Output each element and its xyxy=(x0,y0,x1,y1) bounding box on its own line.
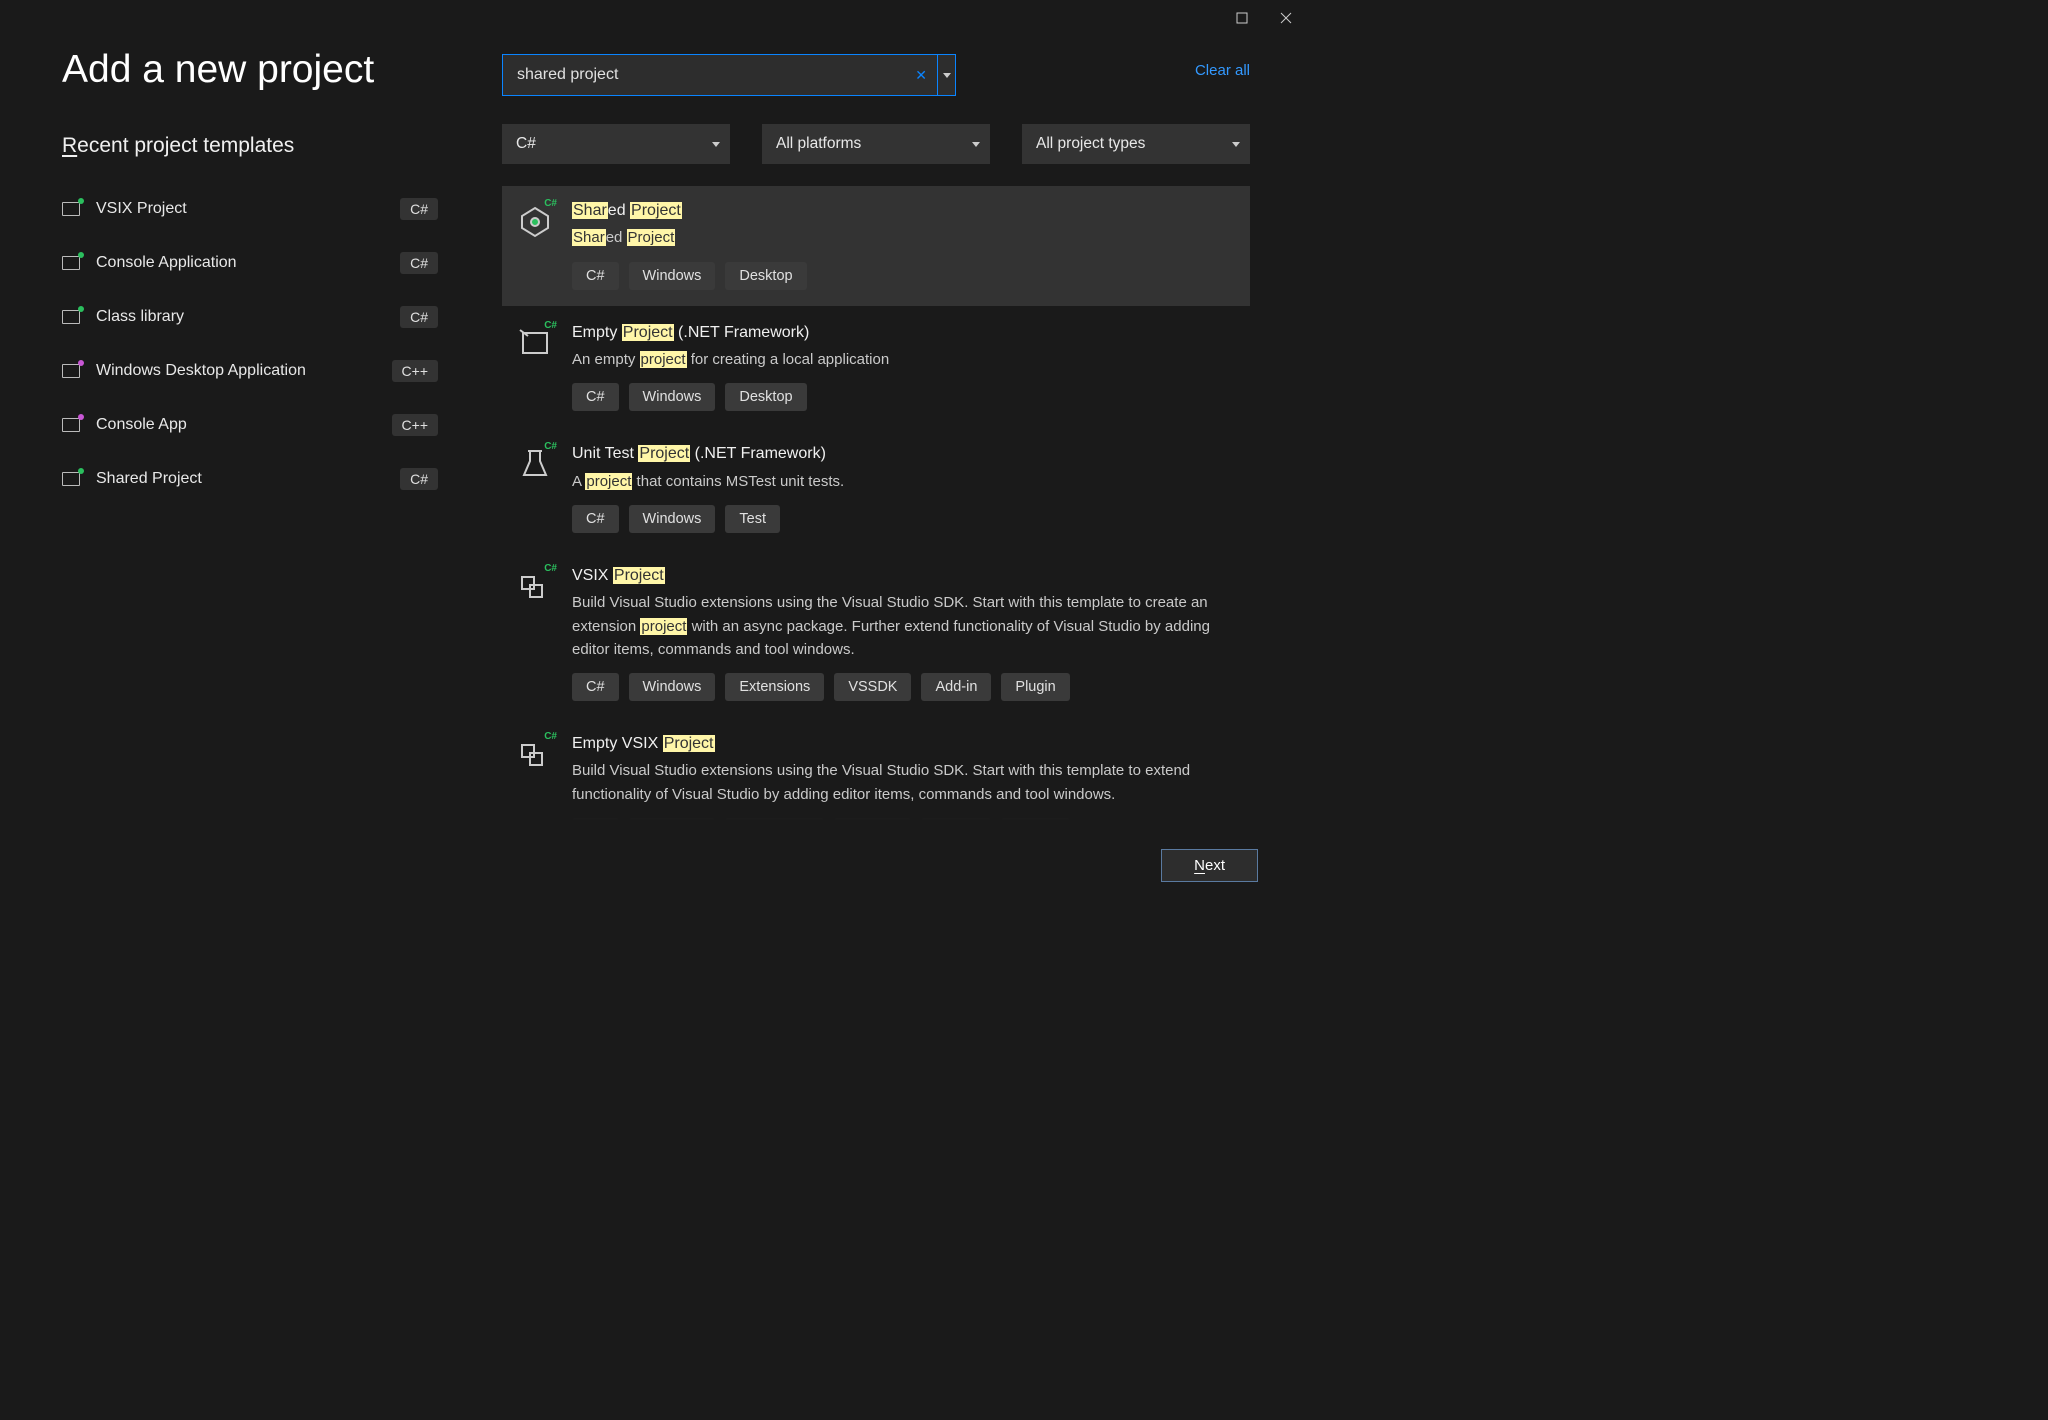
template-list: C# Shared Project Shared Project C# Windo… xyxy=(502,186,1250,820)
template-tags: C# Windows Desktop xyxy=(572,383,1234,411)
search-box: ✕ xyxy=(502,54,956,96)
template-tag: Test xyxy=(725,505,780,533)
template-tag: VSSDK xyxy=(834,818,911,820)
recent-template-name: VSIX Project xyxy=(96,200,400,218)
recent-template-item[interactable]: Shared Project C# xyxy=(62,452,438,506)
template-title: VSIX Project xyxy=(572,565,1234,587)
chevron-down-icon xyxy=(1232,142,1240,147)
right-pane: ✕ Clear all C# All platforms xyxy=(462,42,1250,820)
recent-template-name: Class library xyxy=(96,308,400,326)
template-tag: Add-in xyxy=(921,818,991,820)
template-icon: C# xyxy=(516,445,554,483)
recent-template-lang: C# xyxy=(400,468,438,490)
recent-template-lang: C++ xyxy=(392,414,438,436)
template-tag: C# xyxy=(572,673,619,701)
recent-template-item[interactable]: Console App C++ xyxy=(62,398,438,452)
next-button[interactable]: Next xyxy=(1161,849,1258,882)
recent-template-item[interactable]: VSIX Project C# xyxy=(62,182,438,236)
left-pane: Add a new project Recent project templat… xyxy=(62,42,462,820)
chevron-down-icon xyxy=(712,142,720,147)
template-tag: Windows xyxy=(629,505,716,533)
project-icon xyxy=(62,253,82,273)
language-filter-value: C# xyxy=(516,135,536,153)
template-tags: C# Windows Test xyxy=(572,505,1234,533)
template-tag: Windows xyxy=(629,673,716,701)
template-title: Shared Project xyxy=(572,200,1234,222)
recent-template-name: Shared Project xyxy=(96,470,400,488)
template-title: Unit Test Project (.NET Framework) xyxy=(572,443,1234,465)
template-description: Build Visual Studio extensions using the… xyxy=(572,759,1234,806)
recent-template-name: Console App xyxy=(96,416,392,434)
template-tag: Windows xyxy=(629,262,716,290)
recent-template-lang: C++ xyxy=(392,360,438,382)
template-tag: Windows xyxy=(629,818,716,820)
template-tag: Plugin xyxy=(1001,818,1069,820)
recent-template-name: Windows Desktop Application xyxy=(96,362,392,380)
platform-filter[interactable]: All platforms xyxy=(762,124,990,164)
titlebar xyxy=(0,0,1310,36)
template-item[interactable]: C# Empty VSIX Project Build Visual Studi… xyxy=(502,719,1250,820)
project-icon xyxy=(62,415,82,435)
template-tag: Windows xyxy=(629,383,716,411)
project-icon xyxy=(62,469,82,489)
template-tag: VSSDK xyxy=(834,673,911,701)
project-icon xyxy=(62,307,82,327)
dialog-window: Add a new project Recent project templat… xyxy=(0,0,1310,910)
recent-template-item[interactable]: Class library C# xyxy=(62,290,438,344)
content-area: Add a new project Recent project templat… xyxy=(0,36,1310,820)
template-icon: C# xyxy=(516,202,554,240)
page-title: Add a new project xyxy=(62,48,438,92)
template-description: A project that contains MSTest unit test… xyxy=(572,470,1234,493)
template-icon: C# xyxy=(516,324,554,362)
template-tags: C# Windows Desktop xyxy=(572,262,1234,290)
template-tags: C# Windows Extensions VSSDK Add-in Plugin xyxy=(572,673,1234,701)
close-button[interactable] xyxy=(1264,3,1308,33)
template-description: An empty project for creating a local ap… xyxy=(572,348,1234,371)
clear-all-link[interactable]: Clear all xyxy=(1195,54,1250,79)
template-tag: Plugin xyxy=(1001,673,1069,701)
template-description: Build Visual Studio extensions using the… xyxy=(572,591,1234,661)
template-description: Shared Project xyxy=(572,226,1234,249)
project-type-filter-value: All project types xyxy=(1036,135,1145,153)
project-icon xyxy=(62,361,82,381)
platform-filter-value: All platforms xyxy=(776,135,861,153)
project-type-filter[interactable]: All project types xyxy=(1022,124,1250,164)
recent-template-item[interactable]: Console Application C# xyxy=(62,236,438,290)
search-clear-button[interactable]: ✕ xyxy=(905,67,937,84)
template-tag: C# xyxy=(572,505,619,533)
recent-template-name: Console Application xyxy=(96,254,400,272)
footer: Next xyxy=(0,820,1310,910)
template-tag: Add-in xyxy=(921,673,991,701)
template-tag: Desktop xyxy=(725,262,806,290)
template-tag: Extensions xyxy=(725,673,824,701)
template-tags: C# Windows Extensions VSSDK Add-in Plugin xyxy=(572,818,1234,820)
template-tag: C# xyxy=(572,818,619,820)
template-item[interactable]: C# Empty Project (.NET Framework) An emp… xyxy=(502,308,1250,428)
template-tag: Desktop xyxy=(725,383,806,411)
template-title: Empty VSIX Project xyxy=(572,733,1234,755)
search-row: ✕ Clear all xyxy=(502,42,1250,96)
search-dropdown-button[interactable] xyxy=(937,55,955,95)
template-item[interactable]: C# VSIX Project Build Visual Studio exte… xyxy=(502,551,1250,717)
chevron-down-icon xyxy=(972,142,980,147)
template-icon: C# xyxy=(516,735,554,773)
project-icon xyxy=(62,199,82,219)
recent-template-lang: C# xyxy=(400,198,438,220)
search-input[interactable] xyxy=(503,66,905,84)
filter-row: C# All platforms All project types xyxy=(502,124,1250,164)
recent-templates-list: VSIX Project C# Console Application C# C… xyxy=(62,182,438,506)
language-filter[interactable]: C# xyxy=(502,124,730,164)
template-title: Empty Project (.NET Framework) xyxy=(572,322,1234,344)
maximize-button[interactable] xyxy=(1220,3,1264,33)
recent-templates-heading: Recent project templates xyxy=(62,134,438,158)
template-item[interactable]: C# Unit Test Project (.NET Framework) A … xyxy=(502,429,1250,549)
template-item[interactable]: C# Shared Project Shared Project C# Windo… xyxy=(502,186,1250,306)
template-icon: C# xyxy=(516,567,554,605)
template-tag: Extensions xyxy=(725,818,824,820)
recent-template-lang: C# xyxy=(400,252,438,274)
template-tag: C# xyxy=(572,262,619,290)
recent-template-lang: C# xyxy=(400,306,438,328)
recent-template-item[interactable]: Windows Desktop Application C++ xyxy=(62,344,438,398)
template-tag: C# xyxy=(572,383,619,411)
